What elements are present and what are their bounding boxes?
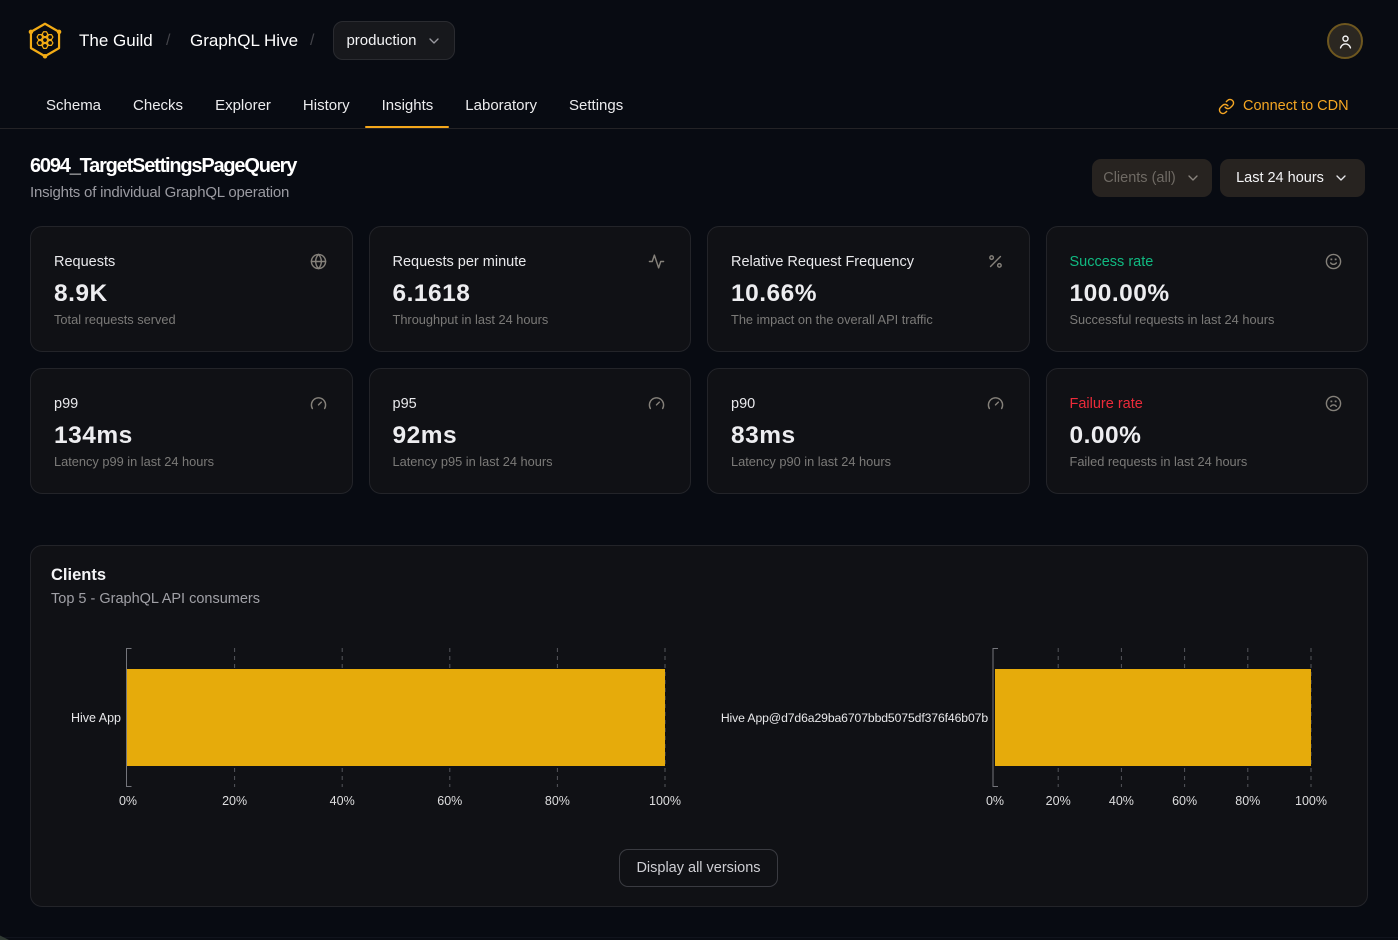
svg-text:20%: 20% — [222, 794, 247, 808]
svg-text:40%: 40% — [1109, 794, 1134, 808]
svg-text:40%: 40% — [330, 794, 355, 808]
svg-text:20%: 20% — [1046, 794, 1071, 808]
svg-text:Hive App: Hive App — [71, 711, 121, 725]
svg-text:60%: 60% — [1172, 794, 1197, 808]
svg-text:60%: 60% — [437, 794, 462, 808]
svg-text:80%: 80% — [545, 794, 570, 808]
svg-text:Hive App@d7d6a29ba6707bbd5075d: Hive App@d7d6a29ba6707bbd5075df376f46b07… — [721, 711, 988, 725]
svg-text:0%: 0% — [986, 794, 1004, 808]
svg-text:100%: 100% — [1295, 794, 1327, 808]
svg-text:0%: 0% — [119, 794, 137, 808]
svg-text:80%: 80% — [1235, 794, 1260, 808]
svg-text:100%: 100% — [649, 794, 681, 808]
